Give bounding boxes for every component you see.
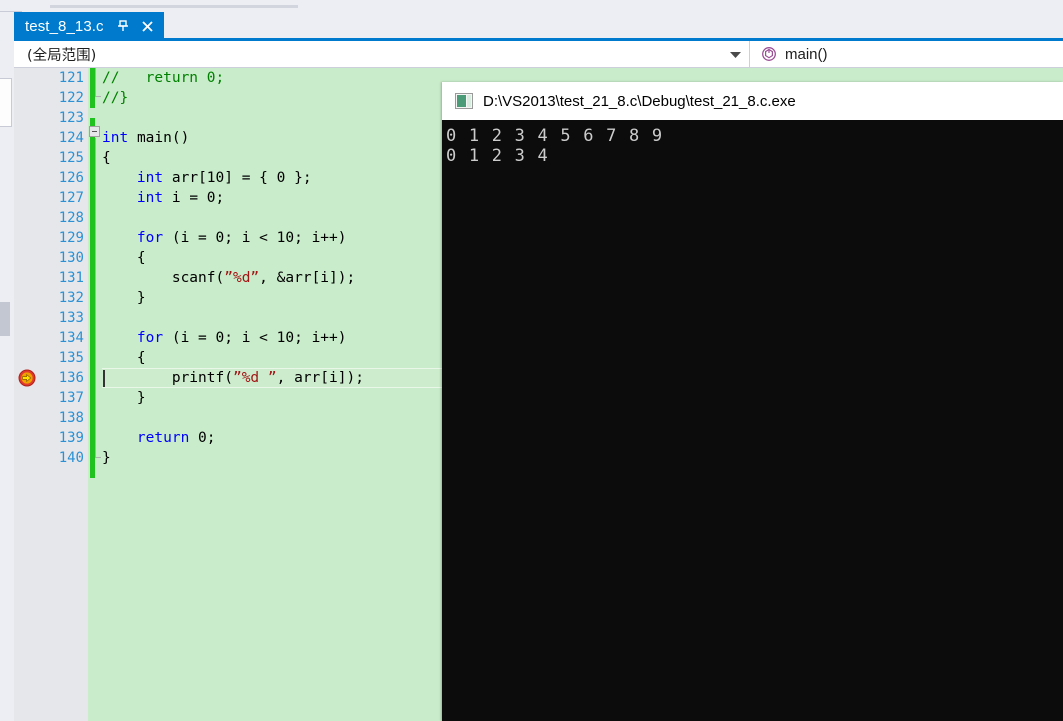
close-icon[interactable] [140,19,155,34]
code-line-text: { [102,150,111,166]
console-app-icon [455,93,473,109]
console-output-line: 0 1 2 3 4 5 6 7 8 9 [446,126,664,146]
code-line-text: { [102,350,146,366]
document-tab-test_8_13-c[interactable]: test_8_13.c [14,12,164,40]
line-number: 133 [58,310,84,326]
vertical-splitter-handle[interactable] [0,302,10,336]
line-number: 132 [58,290,84,306]
line-number: 135 [58,350,84,366]
pin-icon[interactable] [116,19,130,33]
top-strip-divider [50,5,298,8]
line-number: 127 [58,190,84,206]
code-line-text: } [102,390,146,406]
code-line-text: //} [102,90,129,106]
line-number: 131 [58,270,84,286]
line-number: 134 [58,330,84,346]
line-number: 140 [58,450,84,466]
editor-navigation-bar: (全局范围) main() [14,41,1063,68]
window-top-strip [0,0,1063,12]
code-line-text: return 0; [136,430,216,446]
line-number: 122 [58,90,84,106]
method-icon [761,46,777,62]
document-tab-strip: test_8_13.c [14,12,1063,40]
code-line-text: int main() [102,130,190,146]
line-number: 136 [58,370,84,386]
line-number: 138 [58,410,84,426]
console-title-label: D:\VS2013\test_21_8.c\Debug\test_21_8.c.… [483,92,796,110]
console-output-area[interactable]: 0 1 2 3 4 5 6 7 8 90 1 2 3 4 [442,120,1063,721]
collapsed-tool-window-tab[interactable] [0,78,12,127]
line-number: 139 [58,430,84,446]
line-number: 126 [58,170,84,186]
code-line-text: } [102,450,111,466]
scope-dropdown-value: (全局范围) [27,47,97,64]
line-number: 129 [58,230,84,246]
code-line-text: int i = 0; [136,190,225,206]
line-number: 137 [58,390,84,406]
member-dropdown[interactable]: main() [750,41,1063,68]
scope-dropdown[interactable]: (全局范围) [14,41,750,68]
code-line-text: // return 0; [102,70,225,86]
line-number: 128 [58,210,84,226]
left-dock-strip [0,12,15,721]
code-line-text: int arr[10] = { 0 }; [136,170,312,186]
console-window[interactable]: D:\VS2013\test_21_8.c\Debug\test_21_8.c.… [442,82,1063,721]
code-line-text: printf(”%d ”, arr[i]); [171,370,364,386]
line-number: 130 [58,250,84,266]
line-number: 123 [58,110,84,126]
code-line-text: for (i = 0; i < 10; i++) [136,330,347,346]
console-output-line: 0 1 2 3 4 [446,146,549,166]
code-line-text: } [102,290,146,306]
code-line-text: { [102,250,146,266]
line-number: 124 [58,130,84,146]
line-number: 121 [58,70,84,86]
code-line-text: for (i = 0; i < 10; i++) [136,230,347,246]
document-tab-label: test_8_13.c [25,17,104,35]
member-dropdown-value: main() [785,45,828,63]
console-title-bar[interactable]: D:\VS2013\test_21_8.c\Debug\test_21_8.c.… [442,82,1063,121]
chevron-down-icon[interactable] [730,45,741,63]
code-line-text: scanf(”%d”, &arr[i]); [171,270,356,286]
line-number: 125 [58,150,84,166]
